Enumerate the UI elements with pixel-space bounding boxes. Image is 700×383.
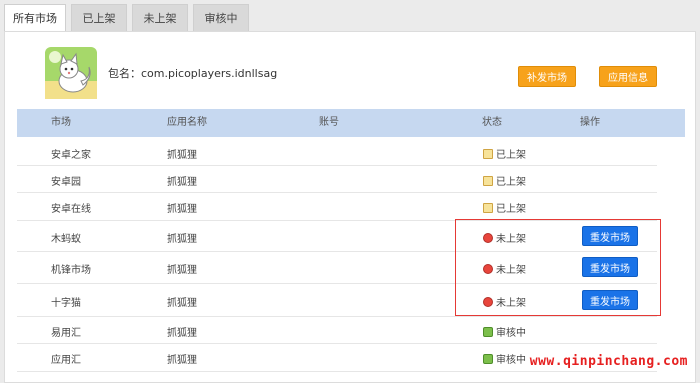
tab-all-markets[interactable]: 所有市场 — [4, 4, 66, 31]
unlisted-status-icon — [483, 296, 493, 307]
market-name: 易用汇 — [51, 328, 81, 339]
header-market: 市场 — [51, 117, 71, 128]
status-text: 未上架 — [496, 265, 526, 276]
table-row: 易用汇 抓狐狸 审核中 — [17, 316, 657, 344]
listed-status-icon — [483, 202, 493, 213]
app-name: 抓狐狸 — [167, 328, 197, 339]
status-text: 未上架 — [496, 234, 526, 245]
header-status: 状态 — [482, 117, 502, 128]
tab-unlisted[interactable]: 未上架 — [132, 4, 188, 31]
market-name: 安卓园 — [51, 177, 81, 188]
status-badge: 未上架 — [483, 294, 526, 309]
table-row: 安卓在线 抓狐狸 已上架 — [17, 192, 657, 221]
review-status-icon — [483, 326, 493, 337]
package-name: 包名：com.picoplayers.idnllsag — [108, 67, 278, 80]
table-row: 安卓园 抓狐狸 已上架 — [17, 165, 657, 193]
tab-listed[interactable]: 已上架 — [71, 4, 127, 31]
listed-status-icon — [483, 148, 493, 159]
unlisted-status-icon — [483, 263, 493, 274]
app-fox-icon — [45, 47, 97, 99]
app-name: 抓狐狸 — [167, 234, 197, 245]
status-text: 审核中 — [496, 355, 526, 366]
table-row: 机锋市场 抓狐狸 未上架 重发市场 — [17, 251, 657, 284]
status-badge: 未上架 — [483, 230, 526, 245]
app-info-button[interactable]: 应用信息 — [599, 66, 657, 87]
app-name: 抓狐狸 — [167, 150, 197, 161]
market-name: 木蚂蚁 — [51, 234, 81, 245]
status-badge: 审核中 — [483, 351, 526, 366]
resend-market-button[interactable]: 重发市场 — [582, 226, 638, 246]
app-name: 抓狐狸 — [167, 177, 197, 188]
header-account: 账号 — [319, 117, 339, 128]
supplement-market-button[interactable]: 补发市场 — [518, 66, 576, 87]
app-name: 抓狐狸 — [167, 298, 197, 309]
app-name: 抓狐狸 — [167, 204, 197, 215]
market-name: 应用汇 — [51, 355, 81, 366]
table-header: 市场 应用名称 账号 状态 操作 — [17, 109, 685, 137]
unlisted-status-icon — [483, 232, 493, 243]
tab-in-review[interactable]: 审核中 — [193, 4, 249, 31]
status-badge: 已上架 — [483, 173, 526, 188]
market-panel: 包名：com.picoplayers.idnllsag 补发市场 应用信息 市场… — [4, 31, 696, 383]
status-text: 已上架 — [496, 150, 526, 161]
status-badge: 已上架 — [483, 146, 526, 161]
market-name: 机锋市场 — [51, 265, 91, 276]
listed-status-icon — [483, 175, 493, 186]
status-text: 未上架 — [496, 298, 526, 309]
status-badge: 未上架 — [483, 261, 526, 276]
app-name: 抓狐狸 — [167, 265, 197, 276]
header-app-name: 应用名称 — [167, 117, 207, 128]
market-name: 安卓之家 — [51, 150, 91, 161]
review-status-icon — [483, 353, 493, 364]
resend-market-button[interactable]: 重发市场 — [582, 290, 638, 310]
app-name: 抓狐狸 — [167, 355, 197, 366]
table-row: 十字猫 抓狐狸 未上架 重发市场 — [17, 283, 657, 317]
market-name: 安卓在线 — [51, 204, 91, 215]
table-row: 木蚂蚁 抓狐狸 未上架 重发市场 — [17, 220, 657, 252]
status-badge: 审核中 — [483, 324, 526, 339]
status-badge: 已上架 — [483, 200, 526, 215]
table-row: 安卓之家 抓狐狸 已上架 — [17, 138, 657, 166]
market-name: 十字猫 — [51, 298, 81, 309]
market-tabs: 所有市场 已上架 未上架 审核中 — [4, 4, 249, 31]
status-text: 已上架 — [496, 177, 526, 188]
header-action: 操作 — [580, 117, 600, 128]
status-text: 审核中 — [496, 328, 526, 339]
status-text: 已上架 — [496, 204, 526, 215]
site-watermark: www.qinpinchang.com — [529, 354, 688, 369]
resend-market-button[interactable]: 重发市场 — [582, 257, 638, 277]
